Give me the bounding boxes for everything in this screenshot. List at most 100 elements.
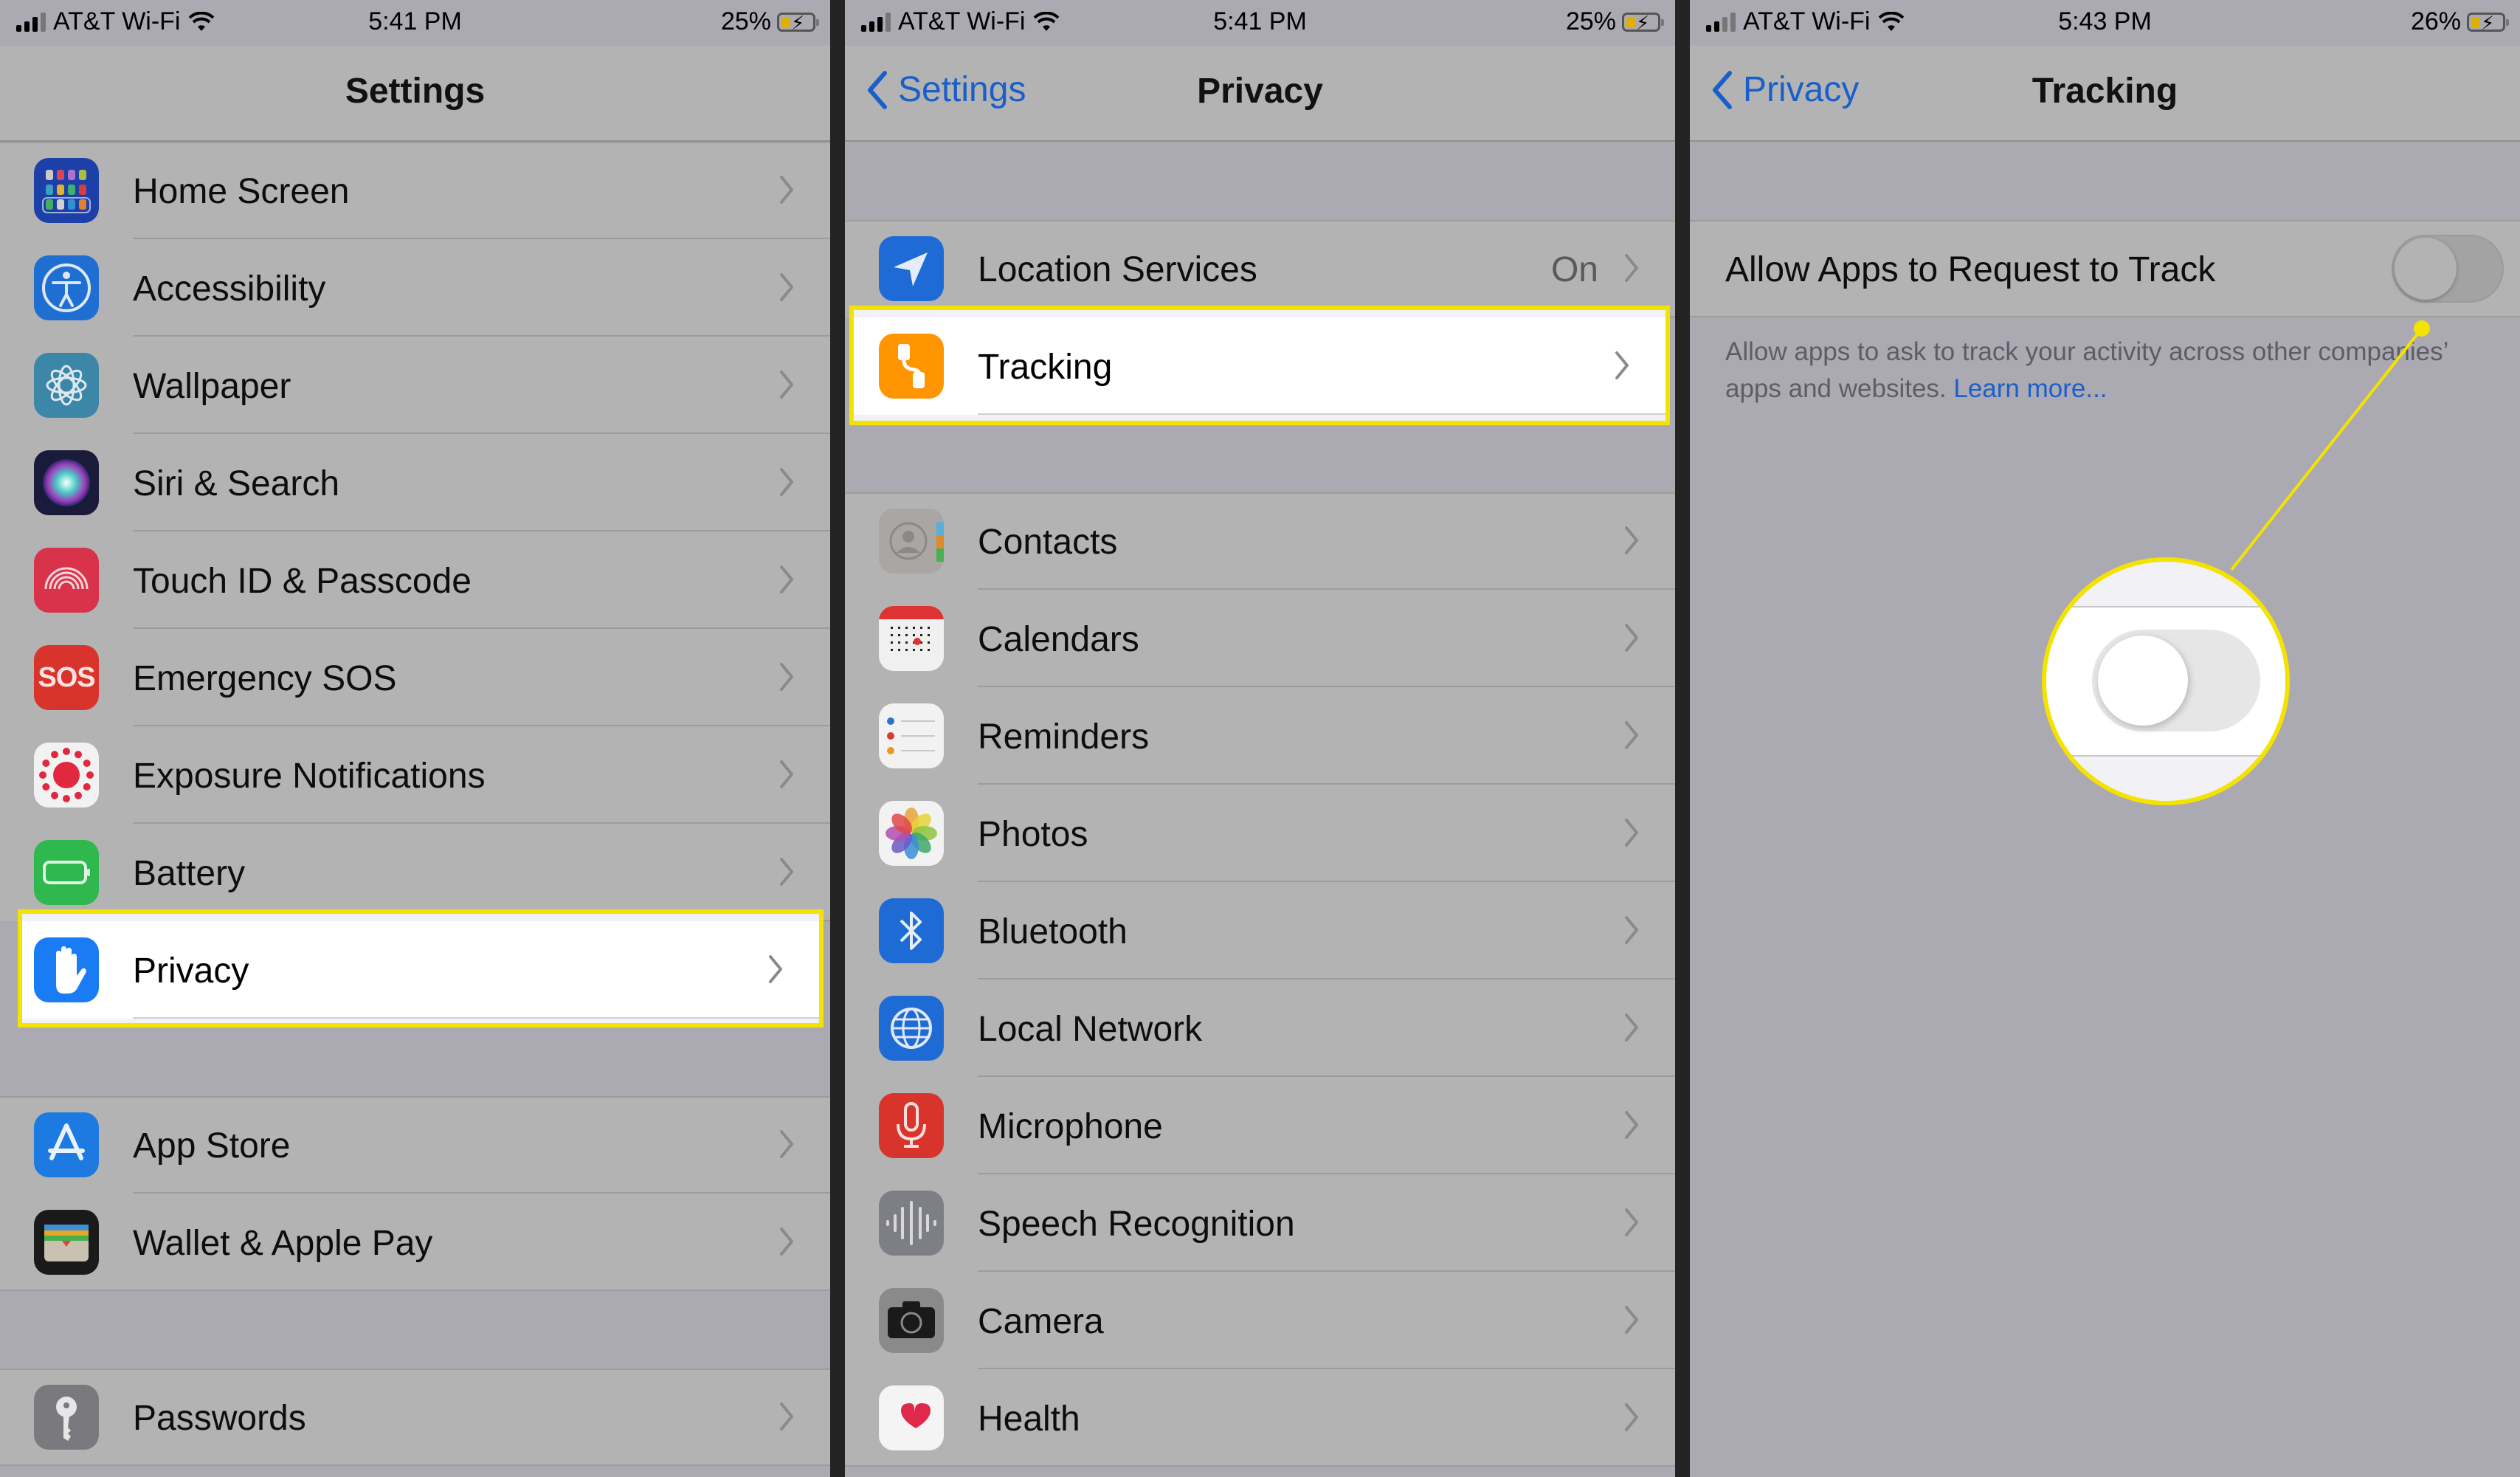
navigation-bar: Settings [0, 46, 830, 142]
list-item-app-store[interactable]: App Store [0, 1096, 830, 1194]
status-bar: AT&T Wi-Fi 5:41 PM 25% ⚡ [0, 0, 830, 46]
chevron-right-icon [1625, 1403, 1638, 1431]
app-store-icon [34, 1112, 99, 1177]
list-item-home-screen[interactable]: Home Screen [0, 142, 830, 239]
battery-charging-icon: ⚡ [1622, 12, 1664, 34]
list-item-label: Health [978, 1399, 1080, 1439]
list-item-location-services[interactable]: Location Services On [845, 220, 1675, 317]
chevron-right-icon [780, 1130, 793, 1158]
waveform-icon [879, 1191, 944, 1256]
chevron-right-icon [780, 1228, 793, 1256]
sos-icon: SOS [34, 645, 99, 710]
page-title: Settings [345, 72, 486, 111]
magnified-toggle-switch [2092, 630, 2260, 731]
list-item-speech-recognition[interactable]: Speech Recognition [845, 1174, 1675, 1272]
list-item-bluetooth[interactable]: Bluetooth [845, 882, 1675, 979]
list-item-local-network[interactable]: Local Network [845, 979, 1675, 1077]
tracking-icon [879, 334, 944, 399]
list-item-label: Bluetooth [978, 912, 1128, 951]
chevron-right-icon [1625, 1208, 1638, 1236]
accessibility-icon [34, 255, 99, 320]
list-item-label: Wallpaper [133, 367, 291, 406]
list-item-tracking[interactable]: Tracking [854, 317, 1665, 415]
battery-percent: 25% [720, 7, 771, 35]
list-item-privacy[interactable]: Privacy [22, 921, 819, 1019]
chevron-right-icon [780, 176, 793, 204]
list-item-health[interactable]: Health [845, 1369, 1675, 1467]
battery-percent: 25% [1565, 7, 1616, 35]
list-item-label: Location Services [978, 250, 1257, 289]
list-item-microphone[interactable]: Microphone [845, 1077, 1675, 1174]
chevron-right-icon [1615, 351, 1629, 379]
list-item-camera[interactable]: Camera [845, 1272, 1675, 1369]
list-item-label: Speech Recognition [978, 1205, 1295, 1244]
chevron-right-icon [769, 955, 782, 983]
list-item-label: Touch ID & Passcode [133, 562, 472, 601]
list-item-wallpaper[interactable]: Wallpaper [0, 337, 830, 434]
chevron-right-icon [1625, 721, 1638, 749]
list-item-battery[interactable]: Battery [0, 824, 830, 921]
list-item-label: App Store [133, 1126, 291, 1166]
list-item-passwords[interactable]: Passwords [0, 1368, 830, 1466]
list-item-exposure-notifications[interactable]: Exposure Notifications [0, 726, 830, 824]
chevron-right-icon [780, 468, 793, 496]
key-icon [34, 1385, 99, 1450]
list-item-label: Exposure Notifications [133, 757, 486, 796]
fingerprint-icon [34, 548, 99, 613]
list-item-label: Siri & Search [133, 464, 340, 503]
list-item-label: Emergency SOS [133, 659, 397, 698]
chevron-right-icon [1625, 1111, 1638, 1139]
chevron-right-icon [780, 371, 793, 399]
chevron-right-icon [1625, 1013, 1638, 1042]
chevron-right-icon [780, 760, 793, 788]
chevron-right-icon [1625, 624, 1638, 652]
allow-tracking-row: Allow Apps to Request to Track [1690, 220, 2520, 317]
chevron-right-icon [1625, 916, 1638, 944]
list-item-label: Accessibility [133, 269, 326, 309]
chevron-right-icon [1625, 526, 1638, 554]
contacts-icon [879, 509, 944, 574]
wallpaper-icon [34, 353, 99, 418]
battery-percent: 26% [2410, 7, 2461, 35]
list-item-label: Passwords [133, 1399, 306, 1438]
chevron-right-icon [780, 273, 793, 301]
learn-more-link[interactable]: Learn more... [1953, 374, 2107, 403]
list-item-label: Contacts [978, 523, 1118, 562]
chevron-right-icon [1625, 1306, 1638, 1334]
allow-tracking-label: Allow Apps to Request to Track [1725, 250, 2216, 289]
list-item-label: Tracking [978, 348, 1113, 387]
magnified-toggle [2042, 557, 2290, 805]
list-item-contacts[interactable]: Contacts [845, 492, 1675, 590]
chevron-right-icon [1625, 254, 1638, 282]
list-item-label: Calendars [978, 620, 1139, 659]
status-time: 5:41 PM [368, 7, 462, 35]
privacy-hand-icon [34, 937, 99, 1002]
status-bar: AT&T Wi-Fi 5:43 PM 26% ⚡ [1690, 0, 2520, 46]
allow-tracking-toggle[interactable] [2392, 235, 2504, 303]
list-item-calendars[interactable]: Calendars [845, 590, 1675, 687]
navigation-bar: Privacy Tracking [1690, 46, 2520, 142]
navigation-bar: Settings Privacy [845, 46, 1675, 142]
chevron-right-icon [780, 565, 793, 593]
photos-icon [879, 801, 944, 866]
globe-icon [879, 996, 944, 1061]
list-item-wallet-apple-pay[interactable]: Wallet & Apple Pay [0, 1194, 830, 1291]
home-screen-icon [34, 158, 99, 223]
list-item-label: Local Network [978, 1010, 1203, 1049]
list-item-photos[interactable]: Photos [845, 785, 1675, 882]
list-item-accessibility[interactable]: Accessibility [0, 239, 830, 337]
list-item-value: On [1550, 250, 1598, 289]
battery-charging-icon: ⚡ [2467, 12, 2509, 34]
list-item-siri-search[interactable]: Siri & Search [0, 434, 830, 531]
camera-icon [879, 1288, 944, 1353]
list-item-label: Battery [133, 854, 246, 893]
list-item-reminders[interactable]: Reminders [845, 687, 1675, 785]
list-item-label: Reminders [978, 717, 1150, 757]
list-item-touch-id-passcode[interactable]: Touch ID & Passcode [0, 531, 830, 629]
list-item-emergency-sos[interactable]: SOS Emergency SOS [0, 629, 830, 726]
siri-icon [34, 450, 99, 515]
wallet-icon [34, 1210, 99, 1275]
status-time: 5:41 PM [1213, 7, 1307, 35]
privacy-screen: AT&T Wi-Fi 5:41 PM 25% ⚡ Settings Privac… [845, 0, 1675, 1477]
chevron-right-icon [1625, 819, 1638, 847]
